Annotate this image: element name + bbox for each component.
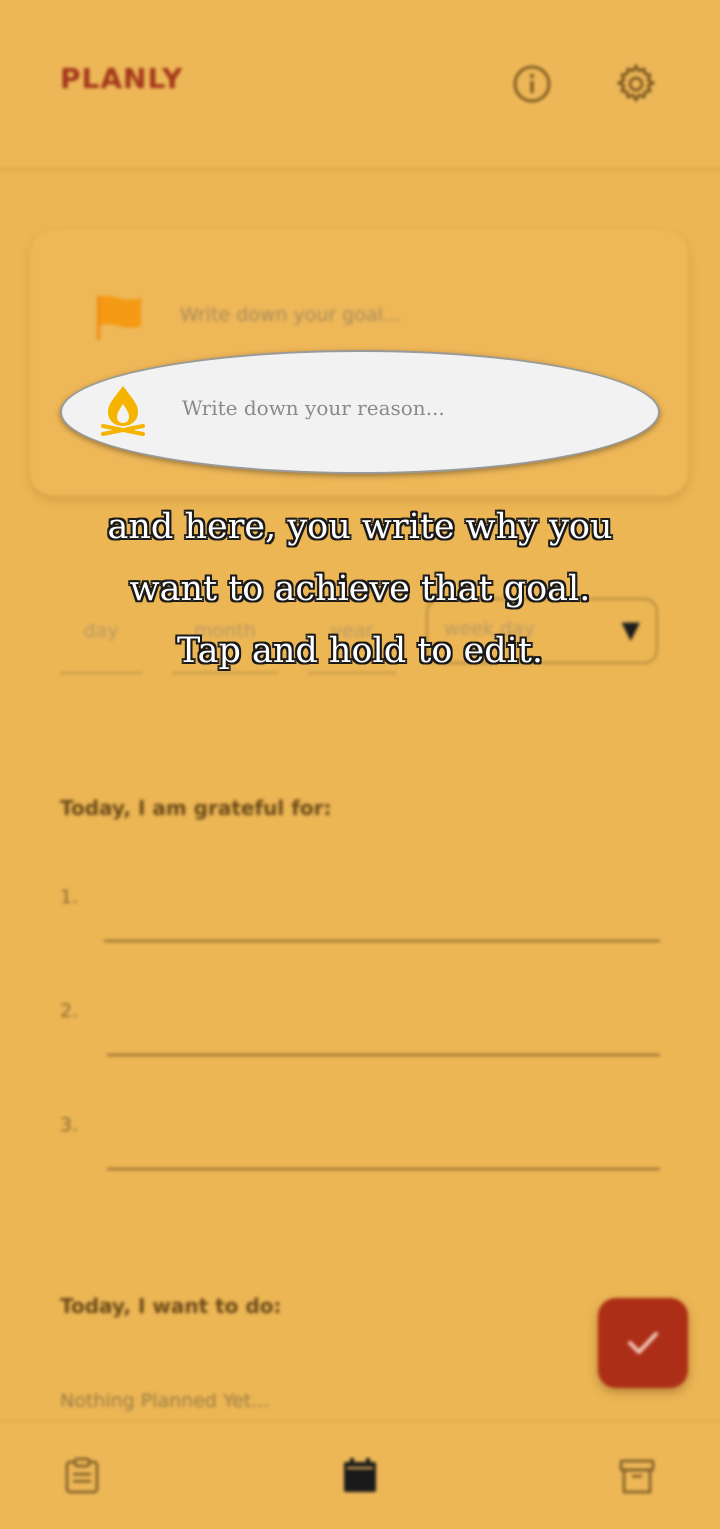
tutorial-line: want to achieve that goal. [129,569,591,609]
grateful-item-number: 2. [60,1000,79,1022]
clipboard-icon [65,1457,99,1494]
grateful-heading: Today, I am grateful for: [60,796,332,820]
info-icon [513,65,551,103]
archive-icon [619,1459,655,1494]
grateful-item-number: 1. [60,886,79,908]
gear-icon [616,63,656,103]
tutorial-line: Tap and hold to edit. [176,631,544,671]
bottom-nav [0,1420,720,1529]
grateful-item-2-input[interactable] [107,1054,660,1056]
app-title: PLANLY [60,62,184,95]
reason-input-highlight[interactable]: Write down your reason... [60,350,660,474]
flag-icon [97,295,141,340]
top-bar: PLANLY [0,0,720,171]
info-button[interactable] [510,62,554,106]
grateful-item-3-input[interactable] [107,1168,660,1170]
todo-empty-text: Nothing Planned Yet... [60,1390,270,1412]
nav-tasks-button[interactable] [62,1456,102,1496]
calendar-icon [344,1458,376,1492]
complete-fab-button[interactable] [598,1298,688,1388]
nav-archive-button[interactable] [617,1456,657,1496]
reason-input[interactable]: Write down your reason... [182,396,445,420]
grateful-item-1-input[interactable] [104,940,660,942]
app-background: PLANLY Write down your goal... day month [0,0,720,1529]
campfire-icon [101,386,145,436]
tutorial-hint: and here, you write why you want to achi… [0,496,720,682]
checkmark-icon [628,1332,658,1354]
tutorial-line: and here, you write why you [107,507,613,547]
goal-input[interactable]: Write down your goal... [180,304,401,326]
nav-calendar-button[interactable] [340,1456,380,1496]
grateful-item-number: 3. [60,1114,79,1136]
todo-heading: Today, I want to do: [60,1294,282,1318]
settings-button[interactable] [614,62,658,106]
